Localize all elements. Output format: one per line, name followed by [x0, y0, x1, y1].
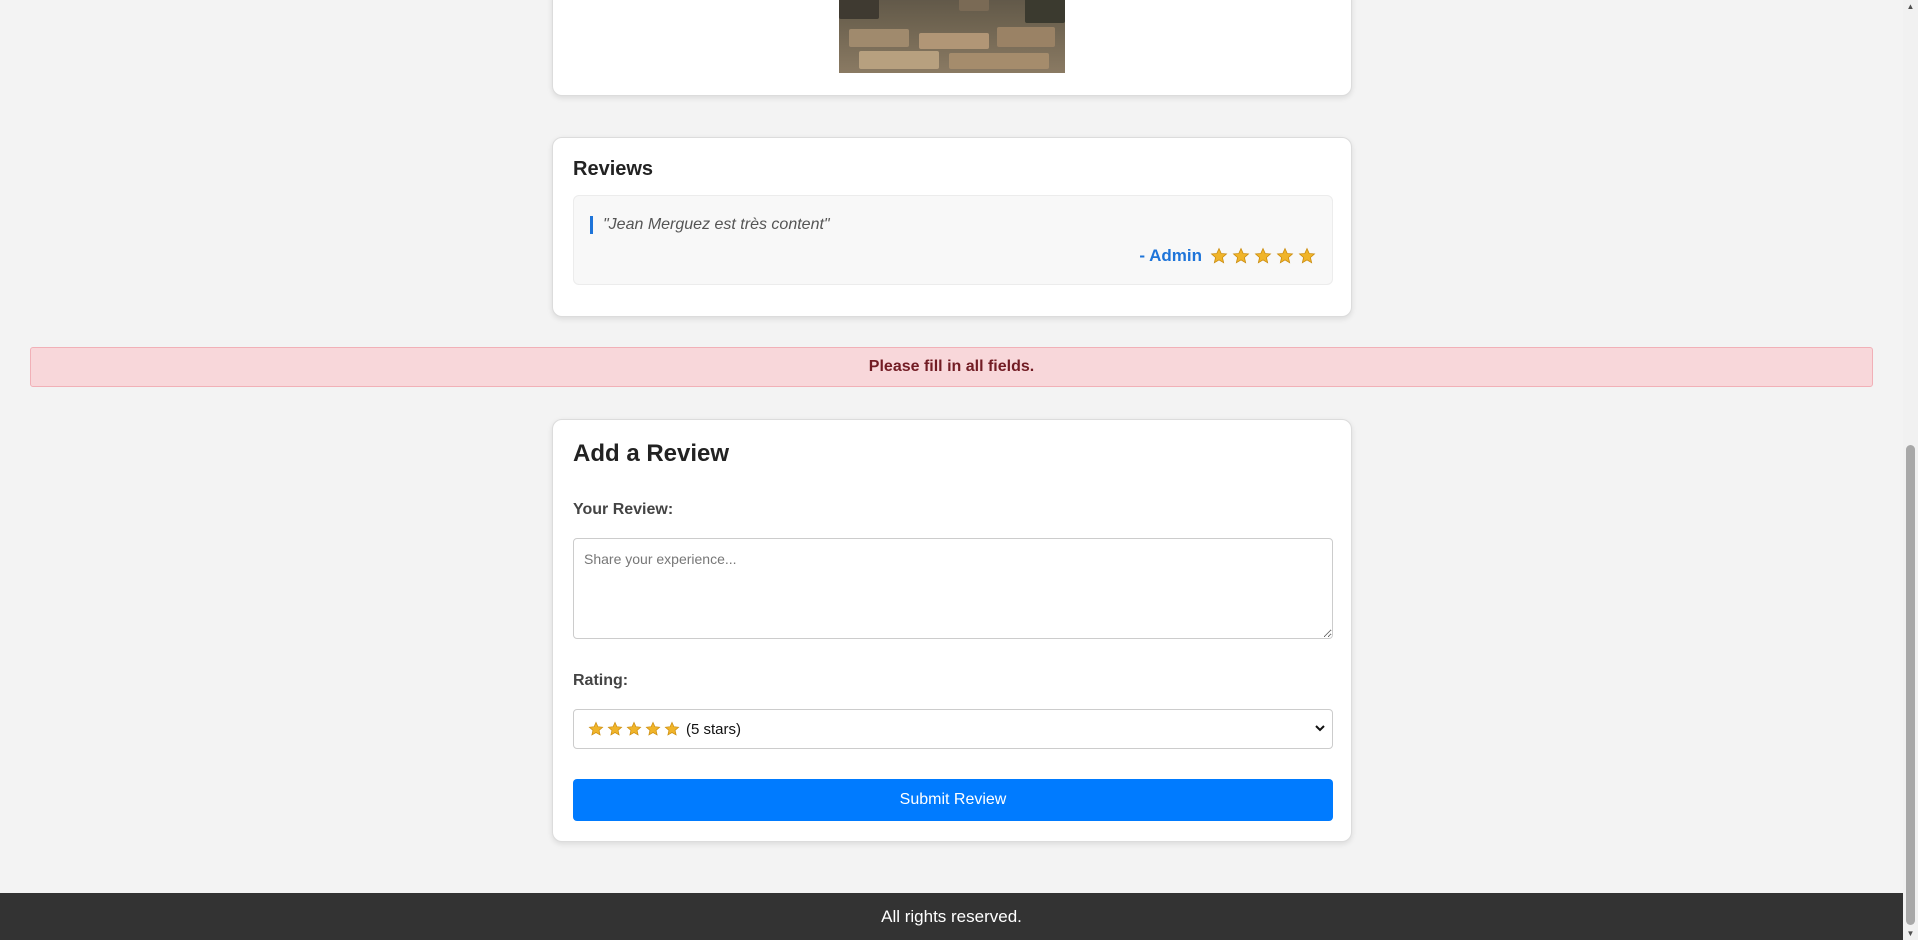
footer: All rights reserved.: [0, 893, 1903, 940]
star-icon: [645, 721, 661, 736]
review-meta: - Admin: [1139, 246, 1316, 266]
rating-select[interactable]: (5 stars): [573, 709, 1333, 749]
page-scrollbar[interactable]: ▲ ▼: [1903, 0, 1918, 940]
star-icon: [1276, 247, 1294, 264]
star-icon: [1298, 247, 1316, 264]
add-review-card: Add a Review Your Review: Rating: (5 sta…: [552, 419, 1352, 842]
star-icon: [1254, 247, 1272, 264]
rating-label: Rating:: [573, 672, 629, 689]
star-icon: [1210, 247, 1228, 264]
star-icon: [664, 721, 680, 736]
scroll-down-arrow-icon[interactable]: ▼: [1906, 929, 1915, 938]
listing-image: [839, 0, 1065, 73]
review-text: "Jean Merguez est très content": [590, 216, 830, 234]
footer-text: All rights reserved.: [881, 906, 1022, 926]
review-textarea[interactable]: [573, 538, 1333, 639]
error-alert: Please fill in all fields.: [30, 347, 1873, 387]
scrollbar-thumb[interactable]: [1906, 445, 1915, 925]
listing-image-card: [552, 0, 1352, 96]
review-rating: [1210, 247, 1316, 265]
error-alert-message: Please fill in all fields.: [868, 358, 1035, 375]
add-review-title: Add a Review: [573, 440, 730, 467]
review-author: - Admin: [1139, 246, 1202, 265]
submit-review-button[interactable]: Submit Review: [573, 779, 1333, 821]
scroll-up-arrow-icon[interactable]: ▲: [1906, 2, 1915, 11]
star-icon: [588, 721, 604, 736]
reviews-card: Reviews "Jean Merguez est très content" …: [552, 137, 1352, 317]
review-item: "Jean Merguez est très content" - Admin: [573, 195, 1333, 285]
rating-select-stars: [588, 721, 680, 737]
star-icon: [1232, 247, 1250, 264]
review-label: Your Review:: [573, 501, 674, 518]
chevron-down-icon: [1315, 725, 1325, 732]
star-icon: [626, 721, 642, 736]
page: Reviews "Jean Merguez est très content" …: [0, 0, 1903, 940]
rating-select-text: (5 stars): [686, 720, 742, 738]
reviews-title: Reviews: [573, 158, 654, 180]
star-icon: [607, 721, 623, 736]
